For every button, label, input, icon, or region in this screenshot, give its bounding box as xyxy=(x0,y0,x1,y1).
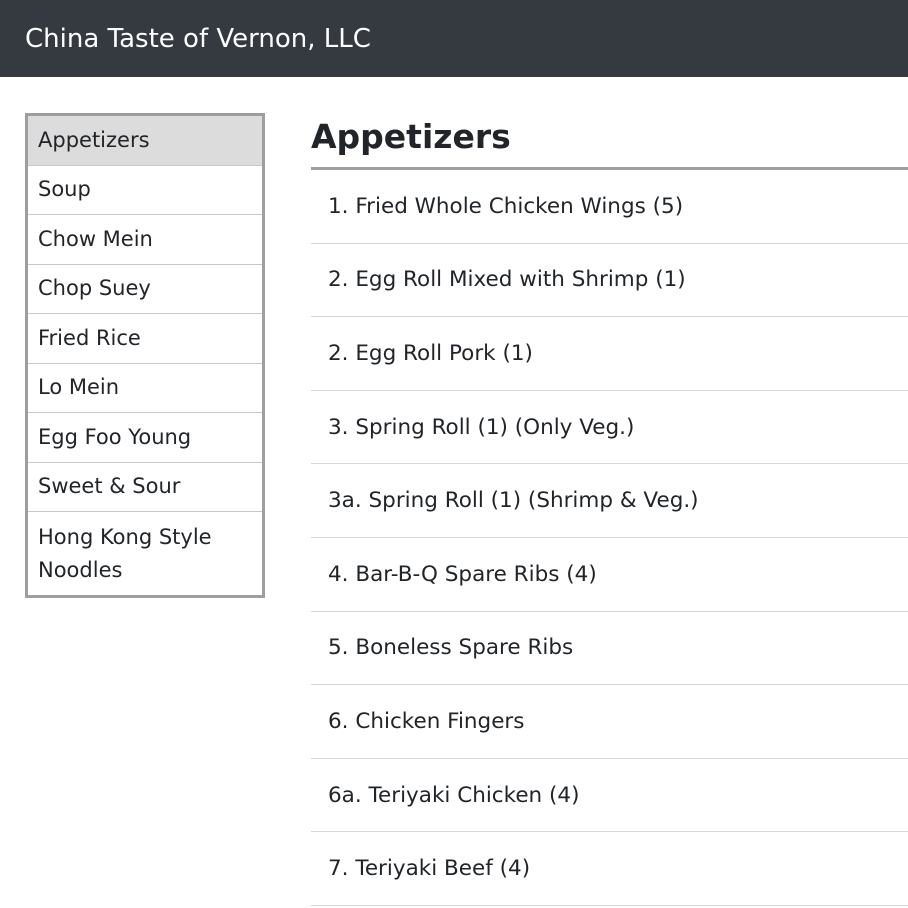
menu-item[interactable]: 3a. Spring Roll (1) (Shrimp & Veg.) xyxy=(311,464,908,538)
sidebar-item-chop-suey[interactable]: Chop Suey xyxy=(28,265,262,314)
menu-item[interactable]: 2. Egg Roll Pork (1) xyxy=(311,317,908,391)
top-navbar: China Taste of Vernon, LLC xyxy=(0,0,908,77)
sidebar-item-lo-mein[interactable]: Lo Mein xyxy=(28,364,262,413)
menu-item[interactable]: 5. Boneless Spare Ribs xyxy=(311,612,908,686)
section-heading: Appetizers xyxy=(311,113,908,170)
menu-item[interactable]: 4. Bar-B-Q Spare Ribs (4) xyxy=(311,538,908,612)
menu-section: Appetizers 1. Fried Whole Chicken Wings … xyxy=(311,113,908,906)
menu-item[interactable]: 7. Teriyaki Beef (4) xyxy=(311,832,908,906)
menu-item[interactable]: 1. Fried Whole Chicken Wings (5) xyxy=(311,170,908,244)
sidebar-item-sweet-and-sour[interactable]: Sweet & Sour xyxy=(28,463,262,512)
sidebar-item-soup[interactable]: Soup xyxy=(28,166,262,215)
menu-item[interactable]: 3. Spring Roll (1) (Only Veg.) xyxy=(311,391,908,465)
menu-item[interactable]: 2. Egg Roll Mixed with Shrimp (1) xyxy=(311,244,908,318)
sidebar-item-egg-foo-young[interactable]: Egg Foo Young xyxy=(28,413,262,463)
sidebar-item-chow-mein[interactable]: Chow Mein xyxy=(28,215,262,265)
sidebar-item-hong-kong-style-noodles[interactable]: Hong Kong Style Noodles xyxy=(28,512,262,595)
menu-item[interactable]: 6a. Teriyaki Chicken (4) xyxy=(311,759,908,833)
restaurant-name[interactable]: China Taste of Vernon, LLC xyxy=(25,26,371,52)
category-sidebar: Appetizers Soup Chow Mein Chop Suey Frie… xyxy=(25,113,265,598)
menu-item[interactable]: 6. Chicken Fingers xyxy=(311,685,908,759)
sidebar-item-fried-rice[interactable]: Fried Rice xyxy=(28,314,262,364)
sidebar-item-appetizers[interactable]: Appetizers xyxy=(28,116,262,166)
